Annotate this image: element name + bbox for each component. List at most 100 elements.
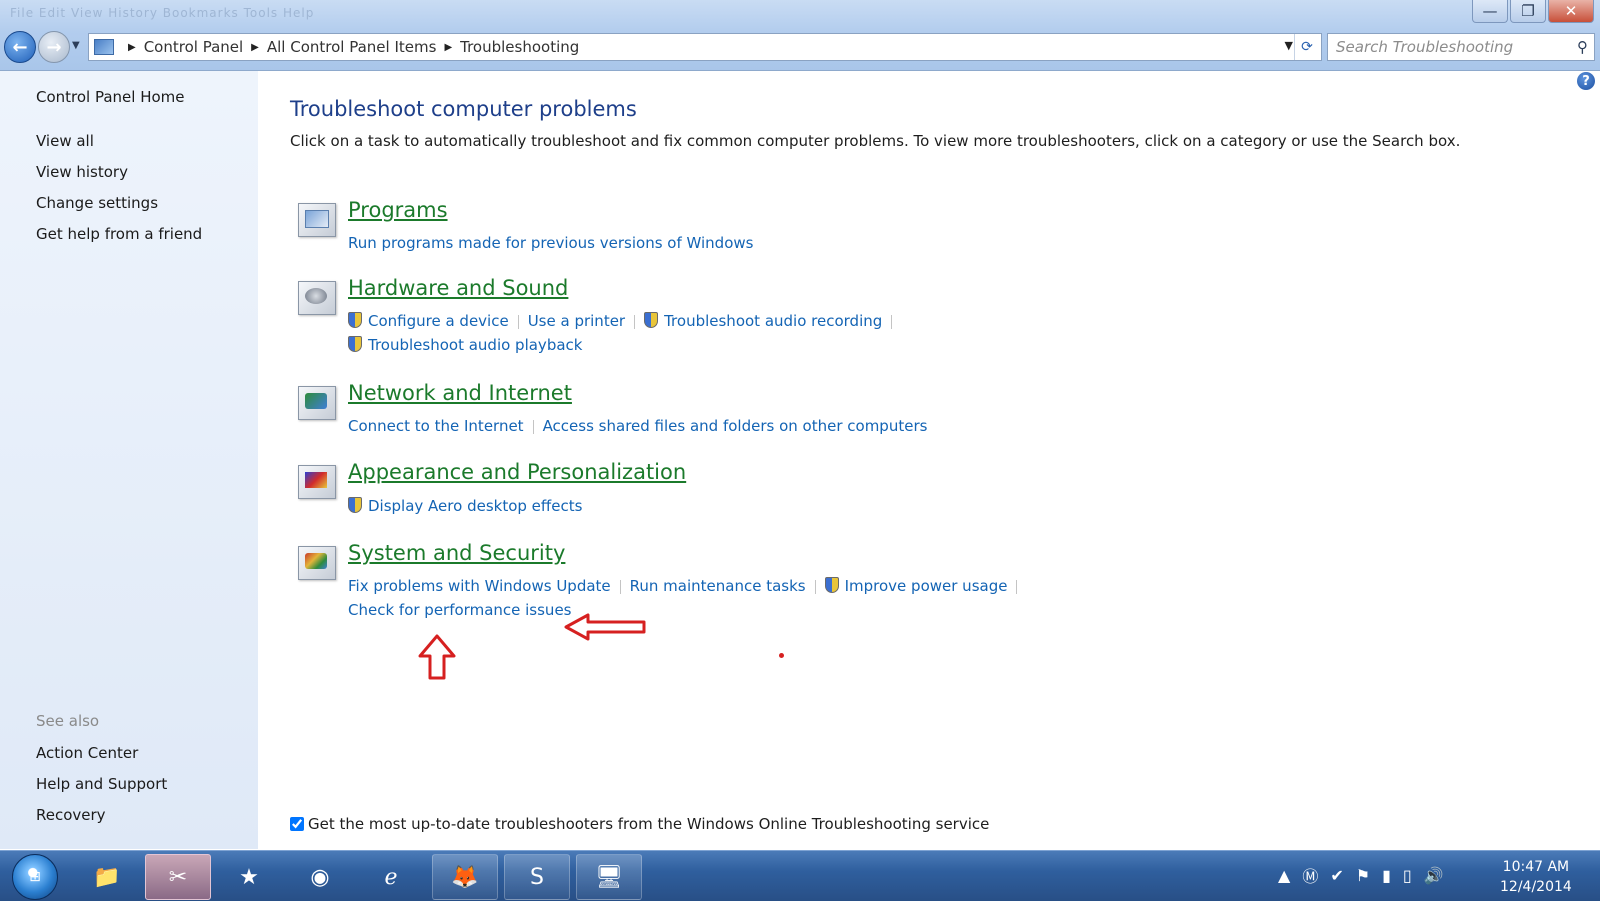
improve-power-usage-link[interactable]: Improve power usage: [845, 577, 1008, 595]
uac-shield-icon: [348, 312, 362, 328]
address-bar[interactable]: ▶ Control Panel ▶ All Control Panel Item…: [88, 33, 1322, 61]
breadcrumb-arrow-icon[interactable]: ▶: [251, 42, 259, 53]
check-performance-issues-link[interactable]: Check for performance issues: [348, 601, 571, 619]
breadcrumb-arrow-icon[interactable]: ▶: [128, 42, 136, 53]
programs-icon[interactable]: [298, 203, 336, 237]
show-hidden-icons-icon[interactable]: ▲: [1278, 866, 1290, 885]
action-center-link[interactable]: Action Center: [36, 744, 138, 762]
view-all-link[interactable]: View all: [36, 132, 94, 150]
back-button[interactable]: ←: [4, 31, 36, 63]
recovery-link[interactable]: Recovery: [36, 806, 106, 824]
left-navigation-pane: Control Panel Home View all View history…: [0, 71, 258, 849]
network-icon[interactable]: [298, 386, 336, 420]
search-input[interactable]: [1328, 38, 1564, 56]
link-separator: [634, 314, 636, 329]
breadcrumb-arrow-icon[interactable]: ▶: [444, 42, 452, 53]
clock-date: 12/4/2014: [1500, 879, 1572, 895]
breadcrumb-control-panel[interactable]: Control Panel: [144, 38, 243, 56]
appearance-links: Display Aero desktop effects: [348, 497, 582, 515]
troubleshoot-audio-playback-link[interactable]: Troubleshoot audio playback: [368, 336, 582, 354]
uac-shield-icon: [348, 336, 362, 352]
connect-internet-link[interactable]: Connect to the Internet: [348, 417, 524, 435]
hardware-links-row2: Troubleshoot audio playback: [348, 336, 582, 354]
hardware-links-row1: Configure a device Use a printer Troublesh…: [348, 312, 901, 330]
network-links: Connect to the Internet Access shared fil…: [348, 417, 927, 435]
power-icon[interactable]: ▯: [1403, 866, 1412, 885]
page-description: Click on a task to automatically trouble…: [290, 132, 1461, 150]
fix-windows-update-link[interactable]: Fix problems with Windows Update: [348, 577, 611, 595]
online-troubleshooting-option[interactable]: Get the most up-to-date troubleshooters …: [290, 815, 989, 833]
red-dot-annotation: [779, 653, 784, 658]
link-separator: [517, 314, 519, 329]
help-and-support-link[interactable]: Help and Support: [36, 775, 167, 793]
configure-device-link[interactable]: Configure a device: [368, 312, 509, 330]
taskbar: ⊞ 📁 ✂ ★ ◉ ℯ 🦊 S 🖥 ▲ Ⓜ ✔ ⚑ ▮ ▯ 🔊 10:47 AM…: [0, 850, 1600, 901]
use-printer-link[interactable]: Use a printer: [528, 312, 625, 330]
online-troubleshooting-label: Get the most up-to-date troubleshooters …: [308, 815, 990, 833]
taskbar-clock[interactable]: 10:47 AM 12/4/2014: [1500, 857, 1572, 897]
arrow-left-icon: ←: [12, 36, 28, 58]
search-icon[interactable]: ⚲: [1577, 38, 1588, 56]
system-security-icon[interactable]: [298, 546, 336, 580]
file-explorer-icon[interactable]: 📁: [74, 854, 140, 900]
network-signal-icon[interactable]: ▮: [1382, 866, 1391, 885]
close-button[interactable]: ✕: [1548, 0, 1594, 23]
uac-shield-icon: [348, 497, 362, 513]
category-title-hardware-sound[interactable]: Hardware and Sound: [348, 276, 568, 300]
system-tray: ▲ Ⓜ ✔ ⚑ ▮ ▯ 🔊: [1278, 863, 1444, 887]
sync-check-icon[interactable]: ✔: [1330, 866, 1343, 885]
search-box[interactable]: ⚲: [1327, 33, 1595, 61]
forward-button[interactable]: →: [38, 31, 70, 63]
breadcrumb-all-items[interactable]: All Control Panel Items: [267, 38, 437, 56]
help-icon[interactable]: ?: [1577, 72, 1595, 90]
access-shared-files-link[interactable]: Access shared files and folders on other…: [543, 417, 928, 435]
recent-pages-dropdown[interactable]: ▼: [72, 40, 80, 51]
red-arrow-left-annotation: [564, 613, 646, 641]
snipping-tool-icon[interactable]: ✂: [145, 854, 211, 900]
link-separator: [1016, 579, 1018, 594]
minimize-button[interactable]: —: [1472, 0, 1508, 23]
run-older-programs-link[interactable]: Run programs made for previous versions …: [348, 234, 753, 252]
run-maintenance-tasks-link[interactable]: Run maintenance tasks: [630, 577, 806, 595]
skype-icon[interactable]: S: [504, 854, 570, 900]
chrome-icon[interactable]: ◉: [287, 854, 353, 900]
start-button[interactable]: ⊞: [12, 854, 58, 900]
menu-bar-ghost: File Edit View History Bookmarks Tools H…: [10, 6, 315, 20]
arrow-right-icon: →: [46, 36, 62, 58]
malwarebytes-icon[interactable]: Ⓜ: [1302, 863, 1318, 887]
refresh-icon[interactable]: ⟳: [1294, 34, 1319, 60]
window-controls: — ❐ ✕: [1470, 0, 1594, 23]
appearance-icon[interactable]: [298, 465, 336, 499]
page-title: Troubleshoot computer problems: [290, 97, 637, 121]
uac-shield-icon: [824, 577, 839, 593]
breadcrumb-troubleshooting[interactable]: Troubleshooting: [460, 38, 579, 56]
programs-links: Run programs made for previous versions …: [348, 234, 753, 252]
online-troubleshooting-checkbox[interactable]: [290, 817, 304, 831]
display-aero-effects-link[interactable]: Display Aero desktop effects: [368, 497, 582, 515]
control-panel-icon[interactable]: 🖥: [576, 854, 642, 900]
view-history-link[interactable]: View history: [36, 163, 128, 181]
control-panel-small-icon: [94, 39, 114, 55]
change-settings-link[interactable]: Change settings: [36, 194, 158, 212]
troubleshoot-audio-recording-link[interactable]: Troubleshoot audio recording: [664, 312, 882, 330]
category-title-appearance[interactable]: Appearance and Personalization: [348, 460, 686, 484]
restore-button[interactable]: ❐: [1510, 0, 1546, 23]
hardware-sound-icon[interactable]: [298, 281, 336, 315]
windows-logo-icon: ⊞: [29, 869, 41, 885]
volume-icon[interactable]: 🔊: [1424, 866, 1444, 885]
action-center-flag-icon[interactable]: ⚑: [1356, 866, 1370, 885]
category-title-system-security[interactable]: System and Security: [348, 541, 565, 565]
system-links-row2: Check for performance issues: [348, 601, 571, 619]
category-title-programs[interactable]: Programs: [348, 198, 448, 222]
link-separator: [532, 419, 534, 434]
internet-explorer-icon[interactable]: ℯ: [358, 854, 424, 900]
uac-shield-icon: [644, 312, 659, 328]
address-dropdown-icon[interactable]: ▼: [1285, 39, 1293, 52]
control-panel-home-link[interactable]: Control Panel Home: [36, 88, 185, 106]
get-help-from-friend-link[interactable]: Get help from a friend: [36, 225, 202, 243]
title-bar: File Edit View History Bookmarks Tools H…: [0, 0, 1600, 71]
firefox-icon[interactable]: 🦊: [432, 854, 498, 900]
link-separator: [619, 579, 621, 594]
pokerstars-icon[interactable]: ★: [216, 854, 282, 900]
category-title-network[interactable]: Network and Internet: [348, 381, 572, 405]
